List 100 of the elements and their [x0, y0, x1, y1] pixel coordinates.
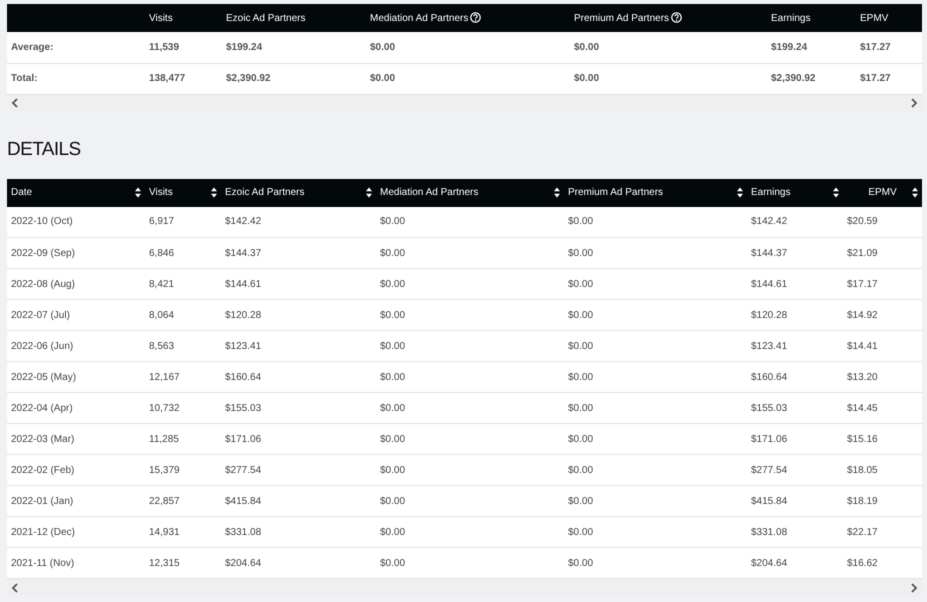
table-cell: 2022-03 (Mar) — [7, 424, 145, 454]
table-cell: $199.24 — [222, 32, 366, 63]
section-title: DETAILS — [7, 138, 82, 162]
help-icon[interactable] — [671, 12, 682, 22]
column-header[interactable]: Premium Ad Partners — [564, 178, 747, 206]
chevron-left-icon[interactable] — [11, 98, 19, 108]
column-header: Premium Ad Partners — [574, 12, 670, 24]
table-cell: $142.42 — [221, 206, 376, 238]
table-cell: $18.05 — [843, 454, 922, 486]
table-cell: $0.00 — [564, 392, 747, 424]
table-cell: $144.61 — [747, 268, 843, 300]
table-cell: $0.00 — [376, 362, 564, 392]
table-cell: 11,539 — [145, 32, 222, 63]
table-cell: $160.64 — [747, 362, 843, 392]
table-cell: $0.00 — [564, 238, 747, 268]
table-cell: 2022-10 (Oct) — [7, 206, 145, 238]
table-cell: 14,931 — [145, 516, 221, 548]
table-cell: $17.17 — [843, 268, 922, 300]
table-cell: $0.00 — [564, 206, 747, 238]
table-cell: 15,379 — [145, 454, 221, 486]
sort-icon[interactable] — [211, 187, 217, 198]
table-cell: $13.20 — [843, 362, 922, 392]
table-cell: $22.17 — [843, 516, 922, 548]
table-cell: 2022-05 (May) — [7, 362, 145, 392]
table-cell: $0.00 — [376, 300, 564, 330]
table-cell: $0.00 — [376, 268, 564, 300]
table-cell: $0.00 — [564, 362, 747, 392]
sort-icon[interactable] — [366, 187, 372, 198]
scrollbar[interactable] — [7, 579, 922, 596]
table-cell: 2022-06 (Jun) — [7, 330, 145, 362]
table-cell: $0.00 — [570, 32, 767, 63]
table-cell: 12,167 — [145, 362, 221, 392]
table-cell: $415.84 — [221, 486, 376, 516]
table-cell: 2022-04 (Apr) — [7, 392, 145, 424]
scrollbar[interactable] — [7, 94, 922, 112]
chevron-left-icon[interactable] — [11, 582, 19, 592]
table-cell: $20.59 — [843, 206, 922, 238]
table-cell: $0.00 — [376, 486, 564, 516]
sort-icon[interactable] — [737, 187, 743, 198]
column-header: Ezoic Ad Partners — [226, 12, 306, 24]
table-cell: $123.41 — [221, 330, 376, 362]
table-cell: 2022-02 (Feb) — [7, 454, 145, 486]
column-header[interactable]: EPMV — [843, 178, 922, 206]
table-cell: $0.00 — [376, 516, 564, 548]
column-header[interactable]: Date — [7, 178, 145, 206]
chevron-right-icon[interactable] — [910, 98, 918, 108]
table-cell: $277.54 — [221, 454, 376, 486]
table-cell: 2022-09 (Sep) — [7, 238, 145, 268]
table-cell: $0.00 — [564, 268, 747, 300]
table-cell: 10,732 — [145, 392, 221, 424]
sort-icon[interactable] — [554, 187, 560, 198]
table-cell: $171.06 — [221, 424, 376, 454]
row-label: Average: — [7, 32, 145, 63]
table-cell: $155.03 — [747, 392, 843, 424]
sort-icon[interactable] — [135, 187, 141, 198]
table-cell: $277.54 — [747, 454, 843, 486]
table-cell: $144.37 — [221, 238, 376, 268]
table-cell: 138,477 — [145, 63, 222, 94]
help-icon[interactable] — [470, 12, 482, 22]
table-cell: 6,846 — [145, 238, 221, 268]
column-header: Visits — [149, 12, 173, 24]
table-cell: $123.41 — [747, 330, 843, 362]
table-cell: $0.00 — [366, 63, 570, 94]
table-cell: 2022-08 (Aug) — [7, 268, 145, 300]
column-header: Earnings — [771, 12, 810, 24]
table-cell: $0.00 — [564, 516, 747, 548]
table-cell: $0.00 — [564, 330, 747, 362]
table-cell: 11,285 — [145, 424, 221, 454]
table-cell: $144.37 — [747, 238, 843, 268]
table-cell: $331.08 — [747, 516, 843, 548]
table-cell: 6,917 — [145, 206, 221, 238]
table-cell: $17.27 — [856, 63, 922, 94]
sort-icon[interactable] — [833, 187, 839, 198]
table-cell: $0.00 — [376, 454, 564, 486]
table-cell: $18.19 — [843, 486, 922, 516]
table-cell: $17.27 — [856, 32, 922, 63]
table-cell: 2022-07 (Jul) — [7, 300, 145, 330]
table-cell: $21.09 — [843, 238, 922, 268]
table-cell: $0.00 — [376, 330, 564, 362]
table-cell: $155.03 — [221, 392, 376, 424]
table-cell: $144.61 — [221, 268, 376, 300]
sort-icon[interactable] — [912, 187, 918, 198]
column-header[interactable]: Earnings — [747, 178, 843, 206]
column-header[interactable]: Ezoic Ad Partners — [221, 178, 376, 206]
table-cell: 2022-01 (Jan) — [7, 486, 145, 516]
table-cell: 8,064 — [145, 300, 221, 330]
table-cell: $0.00 — [376, 206, 564, 238]
table-cell: $331.08 — [221, 516, 376, 548]
table-cell: $2,390.92 — [767, 63, 856, 94]
chevron-right-icon[interactable] — [910, 582, 918, 592]
table-cell: $120.28 — [221, 300, 376, 330]
table-cell: $0.00 — [366, 32, 570, 63]
table-cell: $199.24 — [767, 32, 856, 63]
table-cell: $0.00 — [376, 424, 564, 454]
table-cell: $0.00 — [376, 238, 564, 268]
column-header[interactable]: Visits — [145, 178, 221, 206]
column-header[interactable]: Mediation Ad Partners — [376, 178, 564, 206]
table-cell: $160.64 — [221, 362, 376, 392]
table-cell: $0.00 — [564, 424, 747, 454]
table-cell: 8,563 — [145, 330, 221, 362]
